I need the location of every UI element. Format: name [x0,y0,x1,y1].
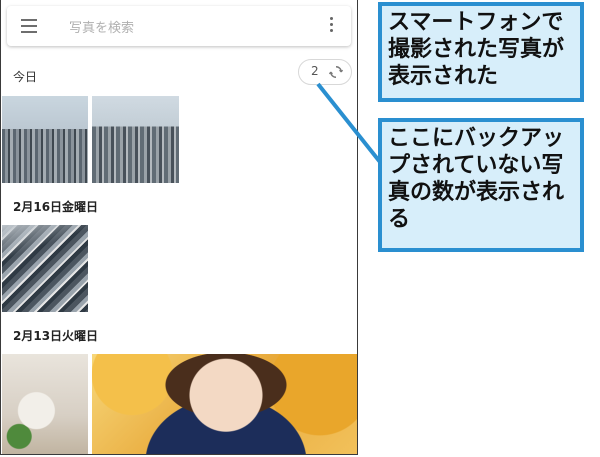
annotation-callout-bottom: ここにバックアップされていない写真の数が表示される [378,118,584,252]
annotation-callout-top: スマートフォンで撮影された写真が表示された [378,2,584,102]
